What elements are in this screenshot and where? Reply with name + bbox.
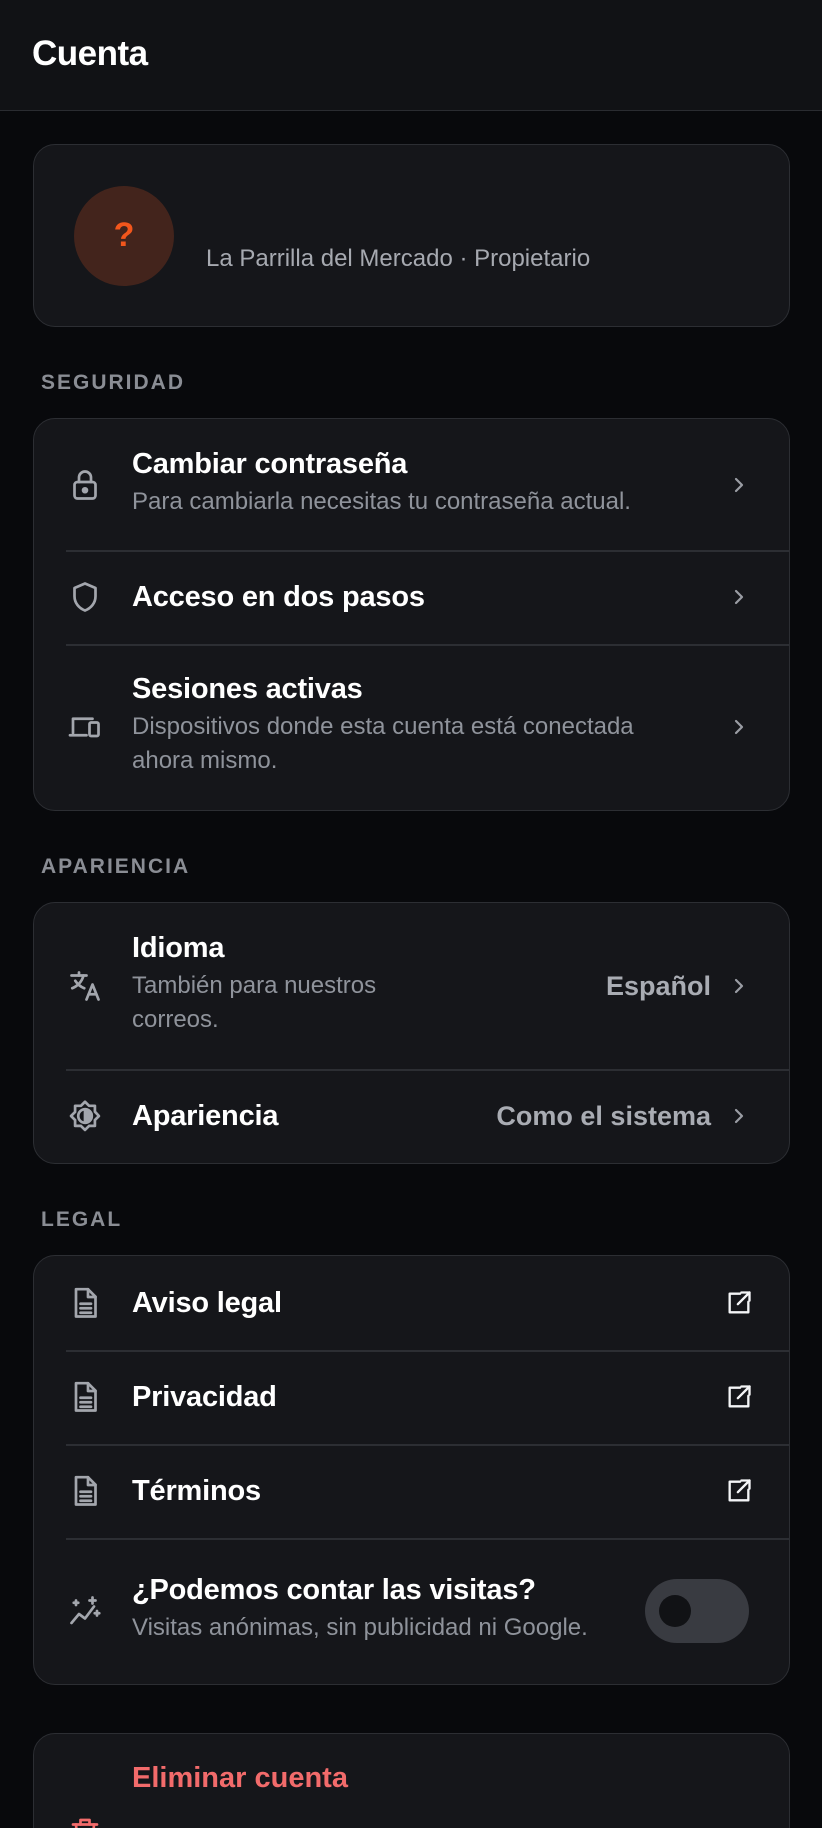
theme-value: Como el sistema [496,1100,711,1131]
chevron-right-icon [729,976,749,996]
translate-icon [67,968,103,1004]
privacy-title: Privacidad [132,1380,277,1413]
terms-title: Términos [132,1474,261,1507]
analytics-toggle[interactable] [645,1579,749,1643]
terms-row[interactable]: Términos [34,1444,789,1538]
language-value: Español [605,970,711,1001]
external-link-icon [725,1383,753,1411]
chevron-right-icon [729,587,749,607]
shield-icon [67,579,103,615]
account-content: ? La Parrilla del Mercado · Propietario … [0,111,822,1828]
appearance-card: Idioma También para nuestros correos. Es… [33,902,790,1164]
document-icon [67,1473,103,1509]
privacy-row[interactable]: Privacidad [34,1350,789,1444]
lock-icon [67,467,103,503]
profile-subtitle: La Parrilla del Mercado · Propietario [206,245,591,272]
page-title: Cuenta [32,34,148,73]
avatar[interactable]: ? [74,185,174,286]
analytics-row: ¿Podemos contar las visitas? Visitas anó… [34,1538,789,1684]
theme-title: Apariencia [132,1099,279,1132]
two-step-title: Acceso en dos pasos [132,580,425,613]
external-link-icon [725,1477,753,1505]
external-link-icon [725,1289,753,1317]
active-sessions-row[interactable]: Sesiones activas Dispositivos donde esta… [34,644,789,810]
legal-notice-row[interactable]: Aviso legal [34,1256,789,1350]
delete-account-title: Eliminar cuenta [132,1762,348,1794]
analytics-subtitle: Visitas anónimas, sin publicidad ni Goog… [132,1613,588,1641]
legal-notice-title: Aviso legal [132,1286,282,1319]
app-header: Cuenta [0,0,822,111]
theme-row[interactable]: Apariencia Como el sistema [34,1069,789,1163]
chevron-right-icon [729,1106,749,1126]
sparkle-chart-icon [67,1593,103,1629]
two-step-row[interactable]: Acceso en dos pasos [34,550,789,644]
section-title-legal: LEGAL [41,1208,123,1231]
delete-account-card[interactable]: Eliminar cuenta [33,1733,790,1828]
chevron-right-icon [729,717,749,737]
toggle-knob [659,1595,691,1627]
chevron-right-icon [729,475,749,495]
document-icon [67,1379,103,1415]
change-password-row[interactable]: Cambiar contraseña Para cambiarla necesi… [34,419,789,550]
brightness-icon [67,1098,103,1134]
language-title: Idioma [132,931,225,964]
change-password-subtitle: Para cambiarla necesitas tu contraseña a… [132,487,631,515]
profile-card: ? La Parrilla del Mercado · Propietario [33,144,790,327]
section-title-appearance: APARIENCIA [41,855,191,878]
section-title-security: SEGURIDAD [41,371,186,394]
active-sessions-subtitle: Dispositivos donde esta cuenta está cone… [132,712,634,774]
trash-icon [67,1814,103,1828]
active-sessions-title: Sesiones activas [132,672,363,705]
legal-card: Aviso legal Privacidad Términos ¿Podemos… [33,1255,790,1685]
devices-icon [67,709,103,745]
language-subtitle: También para nuestros correos. [132,971,377,1033]
analytics-title: ¿Podemos contar las visitas? [132,1573,536,1606]
change-password-title: Cambiar contraseña [132,447,408,480]
language-row[interactable]: Idioma También para nuestros correos. Es… [34,903,789,1069]
security-card: Cambiar contraseña Para cambiarla necesi… [33,418,790,811]
document-icon [67,1285,103,1321]
